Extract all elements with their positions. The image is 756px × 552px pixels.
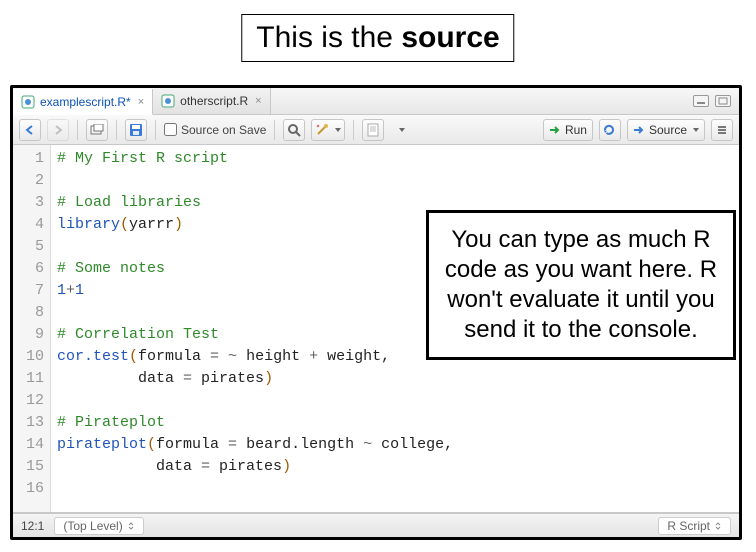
close-icon[interactable]: × — [255, 95, 261, 107]
line-number: 7 — [13, 280, 44, 302]
editor-toolbar: Source on Save Run Source — [13, 115, 739, 145]
window-controls — [693, 88, 739, 114]
cursor-position[interactable]: 12:1 — [21, 519, 44, 533]
code-line[interactable]: # My First R script — [57, 148, 733, 170]
minimize-pane-icon[interactable] — [693, 95, 709, 107]
outline-toggle-button[interactable] — [711, 119, 733, 141]
line-number: 13 — [13, 412, 44, 434]
source-on-save-input[interactable] — [164, 123, 177, 136]
line-number: 3 — [13, 192, 44, 214]
rerun-button[interactable] — [599, 119, 621, 141]
source-on-save-checkbox[interactable]: Source on Save — [164, 123, 266, 137]
title-prefix: This is the — [256, 21, 401, 54]
line-number: 15 — [13, 456, 44, 478]
source-on-save-label: Source on Save — [181, 123, 266, 137]
annotation-callout: You can type as much R code as you want … — [426, 210, 736, 360]
code-line[interactable] — [57, 390, 733, 412]
code-line[interactable]: # Pirateplot — [57, 412, 733, 434]
line-number: 4 — [13, 214, 44, 236]
line-number: 1 — [13, 148, 44, 170]
separator — [116, 120, 117, 140]
save-button[interactable] — [125, 119, 147, 141]
line-number: 14 — [13, 434, 44, 456]
chevron-down-icon — [399, 128, 405, 132]
filetype-selector[interactable]: R Script — [658, 517, 731, 535]
title-banner: This is the source — [241, 14, 514, 62]
back-button[interactable] — [19, 119, 41, 141]
line-number: 6 — [13, 258, 44, 280]
source-button[interactable]: Source — [627, 119, 705, 141]
line-number-gutter: 12345678910111213141516 — [13, 145, 51, 512]
line-number: 5 — [13, 236, 44, 258]
callout-text: You can type as much R code as you want … — [445, 226, 717, 343]
code-line[interactable] — [57, 170, 733, 192]
line-number: 10 — [13, 346, 44, 368]
find-button[interactable] — [283, 119, 305, 141]
code-line[interactable] — [57, 478, 733, 500]
show-in-new-window-button[interactable] — [86, 119, 108, 141]
code-line[interactable]: data = pirates) — [57, 456, 733, 478]
separator — [155, 120, 156, 140]
chevron-down-icon — [693, 128, 699, 132]
tab-label: examplescript.R* — [40, 95, 131, 109]
scope-label: (Top Level) — [63, 519, 122, 533]
separator — [274, 120, 275, 140]
line-number: 11 — [13, 368, 44, 390]
tab-otherscript[interactable]: otherscript.R × — [153, 88, 270, 114]
maximize-pane-icon[interactable] — [715, 95, 731, 107]
status-bar: 12:1 (Top Level) R Script — [13, 513, 739, 537]
tab-bar: examplescript.R* × otherscript.R × — [13, 88, 739, 115]
filetype-label: R Script — [667, 519, 710, 533]
separator — [353, 120, 354, 140]
chevron-down-icon — [335, 128, 341, 132]
line-number: 12 — [13, 390, 44, 412]
code-line[interactable]: data = pirates) — [57, 368, 733, 390]
run-label: Run — [565, 123, 587, 137]
title-bold: source — [401, 21, 499, 54]
source-label: Source — [649, 123, 687, 137]
forward-button[interactable] — [47, 119, 69, 141]
code-tools-button[interactable] — [311, 119, 345, 141]
tab-examplescript[interactable]: examplescript.R* × — [13, 89, 153, 115]
run-button[interactable]: Run — [543, 119, 593, 141]
line-number: 16 — [13, 478, 44, 500]
compile-report-button[interactable] — [362, 119, 384, 141]
code-line[interactable]: pirateplot(formula = beard.length ~ coll… — [57, 434, 733, 456]
scope-selector[interactable]: (Top Level) — [54, 517, 143, 535]
line-number: 9 — [13, 324, 44, 346]
line-number: 2 — [13, 170, 44, 192]
r-file-icon — [161, 94, 175, 108]
r-file-icon — [21, 95, 35, 109]
tab-label: otherscript.R — [180, 94, 248, 108]
line-number: 8 — [13, 302, 44, 324]
close-icon[interactable]: × — [138, 96, 144, 108]
document-outline-button[interactable] — [390, 119, 412, 141]
separator — [77, 120, 78, 140]
